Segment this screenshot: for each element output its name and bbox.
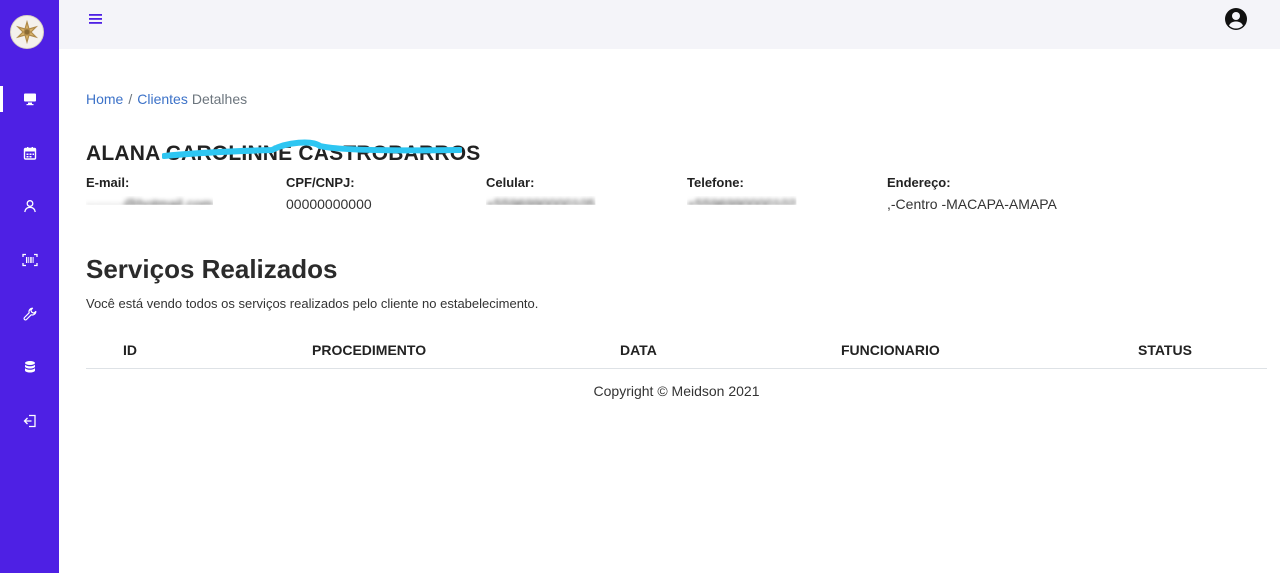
- cpf-field: CPF/CNPJ: 00000000000: [286, 175, 372, 212]
- copyright-footer: Copyright © Meidson 2021: [593, 383, 760, 399]
- sidebar-item-dados[interactable]: [0, 350, 59, 384]
- email-label: E-mail:: [86, 175, 130, 190]
- breadcrumb: Home / Clientes Detalhes: [86, 91, 247, 107]
- column-header-data[interactable]: DATA: [620, 342, 657, 358]
- database-icon: [24, 361, 35, 373]
- breadcrumb-current: Detalhes: [191, 91, 248, 107]
- celular-label: Celular:: [486, 175, 535, 190]
- column-header-funcionario[interactable]: FUNCIONARIO: [841, 342, 940, 358]
- cpf-label: CPF/CNPJ:: [286, 175, 355, 190]
- sidebar-item-scanner[interactable]: [0, 243, 59, 277]
- sidebar-item-dashboard[interactable]: [0, 82, 59, 116]
- breadcrumb-separator: /: [128, 91, 133, 107]
- brand-logo[interactable]: [10, 15, 44, 49]
- telefone-value: +5596990000102: [687, 196, 797, 212]
- cpf-value: 00000000000: [286, 196, 372, 212]
- column-header-procedimento[interactable]: PROCEDIMENTO: [312, 342, 426, 358]
- menu-toggle-button[interactable]: [88, 11, 104, 27]
- telefone-field: Telefone: +5596990000102: [687, 175, 796, 212]
- mandala-logo-icon: [15, 19, 39, 45]
- telefone-label: Telefone:: [687, 175, 744, 190]
- endereco-value: ,-Centro -MACAPA-AMAPA: [887, 196, 1057, 212]
- monitor-icon: [23, 93, 36, 106]
- wrench-icon: [23, 307, 36, 321]
- column-header-status[interactable]: STATUS: [1138, 342, 1192, 358]
- sidebar: [0, 0, 59, 573]
- logout-icon: [23, 414, 36, 428]
- client-name: ALANA CAROLINNE CASTROBARROS: [86, 142, 481, 165]
- services-table-header: ID PROCEDIMENTO DATA FUNCIONARIO STATUS: [86, 335, 1267, 369]
- email-value: ········@hotmail.com: [86, 196, 213, 212]
- breadcrumb-home[interactable]: Home: [86, 91, 123, 107]
- sidebar-item-sair[interactable]: [0, 404, 59, 438]
- sidebar-item-servicos[interactable]: [0, 297, 59, 331]
- user-menu-button[interactable]: [1224, 7, 1248, 31]
- breadcrumb-clientes[interactable]: Clientes: [137, 91, 188, 107]
- sidebar-item-clientes[interactable]: [0, 189, 59, 223]
- user-icon: [23, 200, 36, 213]
- celular-value: +5596990000105: [486, 196, 596, 212]
- user-circle-icon: [1225, 8, 1247, 30]
- email-field: E-mail: ········@hotmail.com: [86, 175, 213, 212]
- celular-field: Celular: +5596990000105: [486, 175, 595, 212]
- services-title: Serviços Realizados: [86, 254, 338, 284]
- column-header-id[interactable]: ID: [123, 342, 137, 358]
- hamburger-icon: [89, 14, 102, 24]
- services-description: Você está vendo todos os serviços realiz…: [86, 296, 539, 311]
- calendar-icon: [23, 147, 36, 160]
- endereco-label: Endereço:: [887, 175, 951, 190]
- sidebar-item-agenda[interactable]: [0, 136, 59, 170]
- endereco-field: Endereço: ,-Centro -MACAPA-AMAPA: [887, 175, 1057, 212]
- topbar: [59, 0, 1280, 49]
- scan-icon: [21, 253, 38, 267]
